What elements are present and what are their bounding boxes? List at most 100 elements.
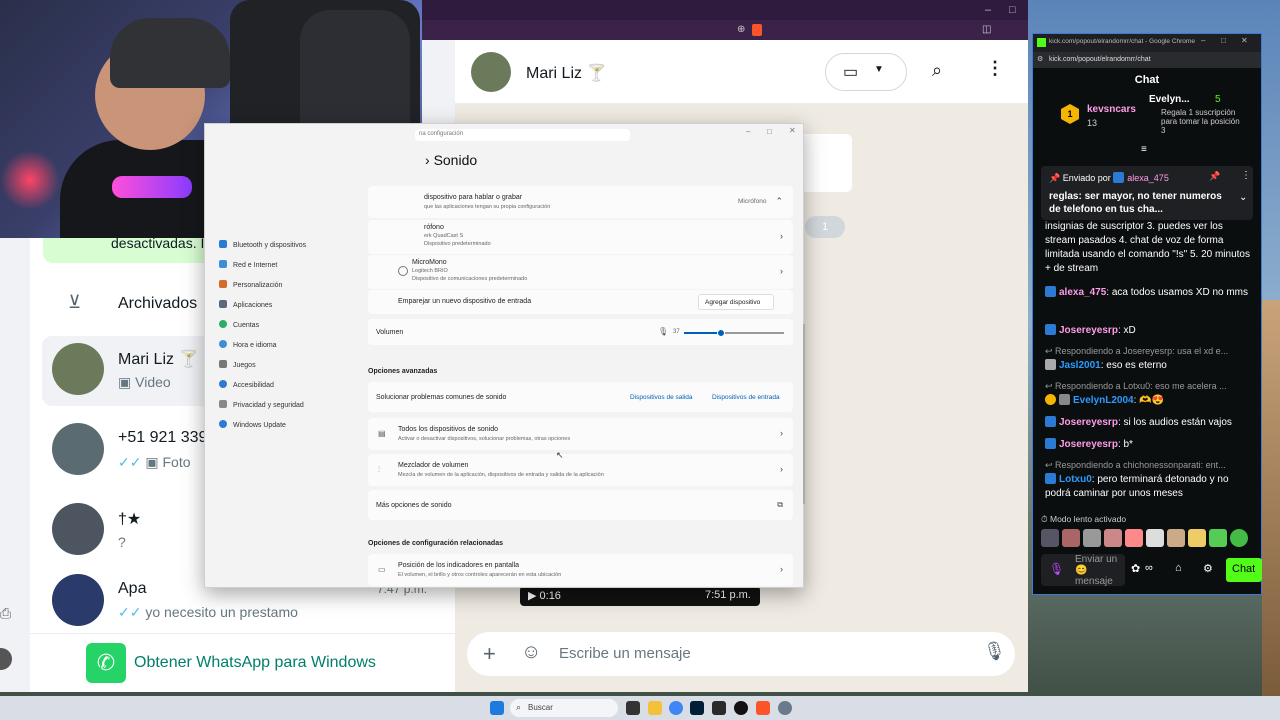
message-input[interactable]: 🎙 Enviar un 😊 mensaje [1041, 554, 1125, 587]
maximize-icon[interactable]: □ [1221, 36, 1226, 45]
infinity-icon[interactable]: ∞ [1145, 562, 1153, 574]
volume-slider-thumb[interactable] [717, 329, 725, 337]
message-user[interactable]: Josereyesrp [1059, 417, 1118, 428]
chevron-down-icon[interactable]: ⌄ [1239, 192, 1247, 203]
settings-search[interactable]: na configuración [415, 129, 630, 141]
display-icon: ▭ [378, 565, 386, 574]
emote-icon[interactable] [1167, 529, 1185, 547]
photoshop-icon[interactable] [690, 701, 704, 715]
message-user[interactable]: Lotxu0 [1059, 474, 1092, 485]
nav-item-bluetooth[interactable]: Bluetooth y dispositivos [219, 240, 306, 249]
file-explorer-icon[interactable] [648, 701, 662, 715]
all-devices-row[interactable]: ▤ Todos los dispositivos de sonido Activ… [368, 418, 793, 450]
close-icon[interactable]: ✕ [789, 126, 796, 135]
emote-icon[interactable] [1062, 529, 1080, 547]
emote-menu-icon[interactable]: ✿ [1131, 562, 1140, 575]
verified-icon [1045, 438, 1056, 449]
brave-icon[interactable] [756, 701, 770, 715]
input-device-row[interactable]: rófono erk QuadCast S Dispositivo predet… [368, 220, 793, 254]
get-windows-banner[interactable]: ✆ Obtener WhatsApp para Windows [30, 633, 455, 692]
add-device-button[interactable]: Agregar dispositivo [698, 294, 774, 310]
nav-item-network[interactable]: Red e Internet [219, 260, 277, 269]
leader-name[interactable]: kevsncars [1087, 104, 1136, 115]
input-device-row[interactable]: MicroMono Logitech BRIO Dispositivo de c… [368, 255, 793, 289]
input-device-header[interactable]: dispositivo para hablar o grabar que las… [368, 186, 793, 218]
nav-item-time[interactable]: Hora e idioma [219, 340, 277, 349]
store-icon[interactable]: ⌂ [1175, 562, 1182, 574]
radio-button[interactable] [398, 266, 408, 276]
message-user[interactable]: alexa_475 [1059, 287, 1106, 298]
profile-avatar[interactable] [0, 648, 12, 670]
emote-icon[interactable] [1146, 529, 1164, 547]
search-icon[interactable]: ⌕ [932, 60, 942, 81]
minimize-icon[interactable]: – [746, 127, 750, 136]
nav-item-privacy[interactable]: Privacidad y seguridad [219, 400, 304, 409]
nav-item-accounts[interactable]: Cuentas [219, 320, 259, 329]
reply-preview[interactable]: ↩ Respondiendo a Josereyesrp: usa el xd … [1045, 346, 1251, 357]
wifi-icon [219, 260, 227, 268]
close-icon[interactable]: ✕ [1241, 36, 1248, 45]
chrome-icon[interactable] [669, 701, 683, 715]
zoom-icon[interactable]: ⊕ [737, 24, 745, 35]
message-user[interactable]: Jasl2001 [1059, 360, 1101, 371]
minimize-icon[interactable]: – [985, 4, 991, 16]
more-options-row[interactable]: Más opciones de sonido ⧉ [368, 490, 793, 520]
task-view-icon[interactable] [626, 701, 640, 715]
emote-icon[interactable] [1104, 529, 1122, 547]
more-icon[interactable]: ⋮ [1241, 170, 1251, 181]
video-call-button[interactable]: ▭ ▼ [825, 53, 907, 91]
plus-icon[interactable]: + [483, 641, 496, 667]
address-bar[interactable]: ⚙ kick.com/popout/elrandomrr/chat [1033, 52, 1261, 68]
collapse-icon[interactable]: ≡ [1141, 144, 1147, 155]
windows-start-icon[interactable] [490, 701, 504, 715]
emote-icon[interactable] [1209, 529, 1227, 547]
taskbar-search[interactable]: ⌕ Buscar [510, 699, 618, 717]
emote-icon[interactable] [1041, 529, 1059, 547]
chrome-titlebar: kick.com/popout/elrandomrr/chat - Google… [1033, 34, 1261, 52]
gear-icon[interactable]: ⚙ [1203, 562, 1213, 575]
maximize-icon[interactable]: □ [1009, 4, 1016, 16]
brave-shield-icon[interactable] [752, 24, 762, 36]
obs-icon[interactable] [734, 701, 748, 715]
sticker-icon[interactable]: ☺ [521, 641, 541, 664]
microphone-icon[interactable]: 🎙 [983, 641, 1006, 662]
app-icon[interactable] [712, 701, 726, 715]
scrollbar[interactable] [803, 324, 805, 504]
nav-item-accessibility[interactable]: Accesibilidad [219, 380, 274, 389]
nav-item-personalization[interactable]: Personalización [219, 280, 282, 289]
nav-item-apps[interactable]: Aplicaciones [219, 300, 272, 309]
volume-mixer-row[interactable]: ⫶ Mezclador de volumen Mezcla de volumen… [368, 454, 793, 486]
sidebar-icon[interactable]: ◫ [982, 24, 991, 35]
avatar[interactable] [471, 52, 511, 92]
contact-name[interactable]: Mari Liz 🍸 [526, 63, 606, 83]
message-user[interactable]: Josereyesrp [1059, 325, 1118, 336]
indicators-row[interactable]: ▭ Posición de los indicadores en pantall… [368, 554, 793, 586]
menu-icon[interactable]: ⋮ [986, 58, 1004, 79]
message-input[interactable]: Escribe un mensaje [559, 645, 691, 662]
reply-preview[interactable]: ↩ Respondiendo a Lotxu0: eso me acelera … [1045, 381, 1251, 392]
input-devices-link[interactable]: Dispositivos de entrada [712, 394, 780, 401]
settings-icon[interactable] [778, 701, 792, 715]
video-bubble[interactable]: ▶ 0:16 7:51 p.m. [520, 586, 760, 606]
leader2-name[interactable]: Evelyn... [1149, 94, 1190, 105]
emote-icon[interactable] [1083, 529, 1101, 547]
nav-item-gaming[interactable]: Juegos [219, 360, 256, 369]
emote-icon[interactable] [1230, 529, 1248, 547]
device-name: rófono [424, 224, 444, 231]
maximize-icon[interactable]: □ [767, 127, 772, 136]
emote-icon[interactable] [1125, 529, 1143, 547]
message-user[interactable]: EvelynL2004 [1073, 395, 1134, 406]
volume-slider[interactable] [684, 329, 784, 337]
site-info-icon[interactable]: ⚙ [1037, 55, 1043, 63]
output-devices-link[interactable]: Dispositivos de salida [630, 394, 693, 401]
message-user[interactable]: Josereyesrp [1059, 439, 1118, 450]
pin-icon[interactable]: 📌 [1209, 171, 1220, 182]
emote-icon[interactable] [1188, 529, 1206, 547]
chat-send-button[interactable]: Chat [1226, 558, 1262, 582]
nav-item-update[interactable]: Windows Update [219, 420, 286, 429]
minimize-icon[interactable]: – [1201, 36, 1205, 45]
gift-prompt[interactable]: Regala 1 suscripción para tomar la posic… [1161, 108, 1241, 144]
microphone-icon[interactable]: 🎙 [1049, 562, 1064, 576]
printer-icon[interactable]: ⎙ [0, 605, 11, 622]
reply-preview[interactable]: ↩ Respondiendo a chichonessonparati: ent… [1045, 460, 1251, 471]
